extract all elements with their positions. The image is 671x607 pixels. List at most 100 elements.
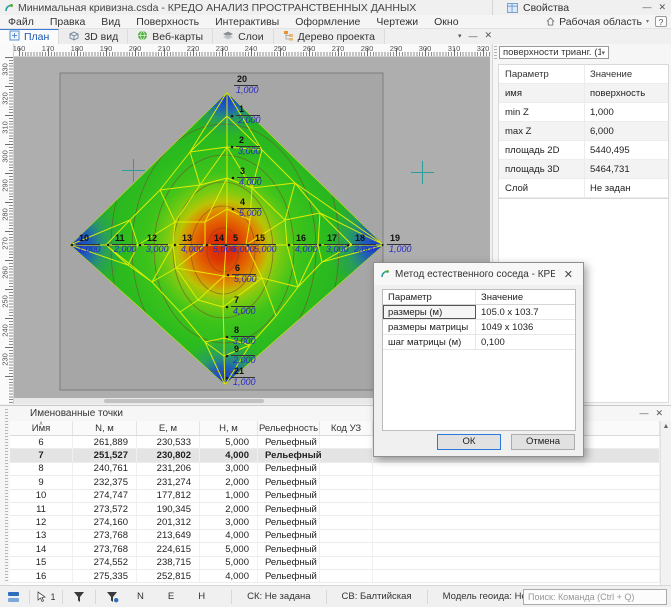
pane-minimize-icon[interactable]: — bbox=[469, 31, 478, 41]
chevron-down-icon: ▾ bbox=[646, 18, 649, 25]
dialog-parameter-row[interactable]: размеры (м)105.0 x 103.7 bbox=[383, 305, 575, 320]
home-icon bbox=[546, 17, 555, 26]
menu-item-файл[interactable]: Файл bbox=[0, 16, 42, 28]
chevron-down-icon: ▾ bbox=[601, 49, 605, 57]
ruler-tick-label: 170 bbox=[42, 44, 55, 53]
properties-close-icon[interactable]: ✕ bbox=[658, 2, 666, 13]
globe-icon bbox=[137, 30, 148, 44]
status-coord-n[interactable]: N bbox=[125, 591, 156, 602]
menu-item-чертежи[interactable]: Чертежи bbox=[368, 16, 426, 28]
named-points-title: Именованные точки bbox=[30, 408, 123, 419]
column-header-0[interactable]: ∧Имя bbox=[10, 421, 73, 435]
help-icon[interactable]: ? bbox=[655, 16, 667, 27]
column-header-1[interactable]: N, м bbox=[73, 421, 137, 435]
menu-item-оформление[interactable]: Оформление bbox=[287, 16, 368, 28]
workspace-control[interactable]: Рабочая область ▾ bbox=[546, 16, 649, 28]
sort-asc-icon: ∧ bbox=[39, 420, 43, 427]
panel-grip[interactable] bbox=[5, 409, 8, 583]
ruler-tick-label: 230 bbox=[216, 44, 229, 53]
table-row-point-11[interactable]: 11273,572190,3452,000Рельефный bbox=[10, 503, 660, 516]
property-row[interactable]: площадь 2D5440,495 bbox=[499, 141, 668, 160]
table-row-point-15[interactable]: 15274,552238,7155,000Рельефный bbox=[10, 557, 660, 570]
properties-minimize-icon[interactable]: — bbox=[642, 2, 651, 13]
status-height-system[interactable]: СВ: Балтийская bbox=[330, 591, 424, 602]
vertical-ruler: 330320310300290280270260250240230 bbox=[0, 44, 14, 404]
ruler-tick-label: 280 bbox=[361, 44, 374, 53]
table-vertical-scrollbar[interactable]: ▲ bbox=[660, 421, 671, 586]
ruler-tick-label: 220 bbox=[187, 44, 200, 53]
menu-item-поверхность[interactable]: Поверхность bbox=[128, 16, 207, 28]
dialog-title-bar[interactable]: Метод естественного соседа - КРЕДО АНАЛИ… bbox=[374, 263, 583, 285]
menu-item-правка[interactable]: Правка bbox=[42, 16, 93, 28]
property-row[interactable]: ПараметрЗначение bbox=[499, 65, 668, 84]
table-row-point-16[interactable]: 16275,335252,8154,000Рельефный bbox=[10, 570, 660, 583]
ok-button[interactable]: ОК bbox=[437, 434, 501, 450]
status-coordinate-system[interactable]: СК: Не задана bbox=[235, 591, 322, 602]
property-row[interactable]: min Z1,000 bbox=[499, 103, 668, 122]
status-coord-h[interactable]: H bbox=[186, 591, 217, 602]
property-row[interactable]: СлойНе задан bbox=[499, 179, 668, 198]
column-header-2[interactable]: E, м bbox=[137, 421, 200, 435]
ruler-tick-label: 260 bbox=[1, 264, 10, 282]
tab-план[interactable]: План bbox=[0, 29, 59, 44]
property-row[interactable]: max Z6,000 bbox=[499, 122, 668, 141]
pane-menu-icon[interactable]: ▾ bbox=[458, 32, 462, 40]
menu-item-вид[interactable]: Вид bbox=[93, 16, 128, 28]
column-header-3[interactable]: H, м bbox=[200, 421, 258, 435]
plan-icon bbox=[9, 30, 20, 44]
cube-icon bbox=[68, 30, 80, 44]
table-row-point-9[interactable]: 9232,375231,2742,000Рельефный bbox=[10, 476, 660, 489]
ruler-tick-label: 230 bbox=[1, 351, 10, 369]
workspace-label: Рабочая область bbox=[559, 16, 642, 28]
cancel-button[interactable]: Отмена bbox=[511, 434, 575, 450]
ruler-tick-label: 320 bbox=[1, 90, 10, 108]
column-header-4[interactable]: Рельефность bbox=[258, 421, 320, 435]
filter-clear-icon[interactable] bbox=[99, 588, 125, 606]
ruler-tick-label: 290 bbox=[390, 44, 403, 53]
scroll-up-icon[interactable]: ▲ bbox=[661, 421, 671, 430]
ruler-tick-label: 270 bbox=[332, 44, 345, 53]
pane-close-icon[interactable]: ✕ bbox=[485, 30, 493, 41]
ruler-tick-label: 270 bbox=[1, 235, 10, 253]
selection-cursor-icon[interactable]: 1 bbox=[33, 588, 59, 606]
object-selector-dropdown[interactable]: поверхности трианг. (1) ▾ bbox=[499, 46, 609, 59]
ruler-tick-label: 250 bbox=[1, 293, 10, 311]
ruler-tick-label: 180 bbox=[71, 44, 84, 53]
properties-panel-header: Свойства — ✕ bbox=[492, 0, 671, 15]
dialog-parameter-row[interactable]: шаг матрицы (м)0,100 bbox=[383, 335, 575, 350]
ruler-tick-label: 200 bbox=[129, 44, 142, 53]
menu-bar: ФайлПравкаВидПоверхностьИнтерактивыОформ… bbox=[0, 15, 671, 29]
menu-item-окно[interactable]: Окно bbox=[426, 16, 466, 28]
dialog-parameter-row[interactable]: размеры матрицы1049 x 1036 bbox=[383, 320, 575, 335]
view-tab-strip: План3D видВеб-картыСлоиДерево проекта ▾ … bbox=[0, 29, 671, 44]
ruler-tick-label: 160 bbox=[14, 44, 25, 53]
ruler-tick-label: 240 bbox=[1, 322, 10, 340]
status-coord-e[interactable]: E bbox=[156, 591, 186, 602]
column-header-5[interactable]: Код УЗ bbox=[320, 421, 373, 435]
layers-status-icon[interactable] bbox=[0, 588, 26, 606]
selection-count: 1 bbox=[50, 592, 55, 602]
command-search-input[interactable] bbox=[523, 589, 667, 605]
panel-grip[interactable] bbox=[494, 46, 497, 59]
ruler-tick-label: 250 bbox=[274, 44, 287, 53]
tab-веб-карты[interactable]: Веб-карты bbox=[128, 29, 213, 44]
tab-дерево-проекта[interactable]: Дерево проекта bbox=[274, 29, 385, 44]
window-title: Минимальная кривизна.csda - КРЕДО АНАЛИЗ… bbox=[18, 2, 416, 14]
table-row-point-10[interactable]: 10274,747177,8121,000Рельефный bbox=[10, 490, 660, 503]
tab-3d-вид[interactable]: 3D вид bbox=[59, 29, 128, 44]
panel-close-icon[interactable]: ✕ bbox=[655, 408, 663, 419]
tab-слои[interactable]: Слои bbox=[213, 29, 274, 44]
filter-icon[interactable] bbox=[66, 588, 92, 606]
table-row-point-8[interactable]: 8240,761231,2063,000Рельефный bbox=[10, 463, 660, 476]
horizontal-ruler: 1601701801902002102202302402502602702802… bbox=[14, 44, 490, 57]
tree-icon bbox=[283, 30, 294, 44]
table-row-point-12[interactable]: 12274,160201,3123,000Рельефный bbox=[10, 516, 660, 529]
menu-item-интерактивы[interactable]: Интерактивы bbox=[207, 16, 287, 28]
dialog-close-icon[interactable]: ✕ bbox=[560, 268, 577, 281]
ruler-tick-label: 190 bbox=[100, 44, 113, 53]
property-row[interactable]: площадь 3D5464,731 bbox=[499, 160, 668, 179]
panel-minimize-icon[interactable]: — bbox=[639, 408, 648, 419]
property-row[interactable]: имяповерхность bbox=[499, 84, 668, 103]
table-row-point-14[interactable]: 14273,768224,6155,000Рельефный bbox=[10, 543, 660, 556]
table-row-point-13[interactable]: 13273,768213,6494,000Рельефный bbox=[10, 530, 660, 543]
